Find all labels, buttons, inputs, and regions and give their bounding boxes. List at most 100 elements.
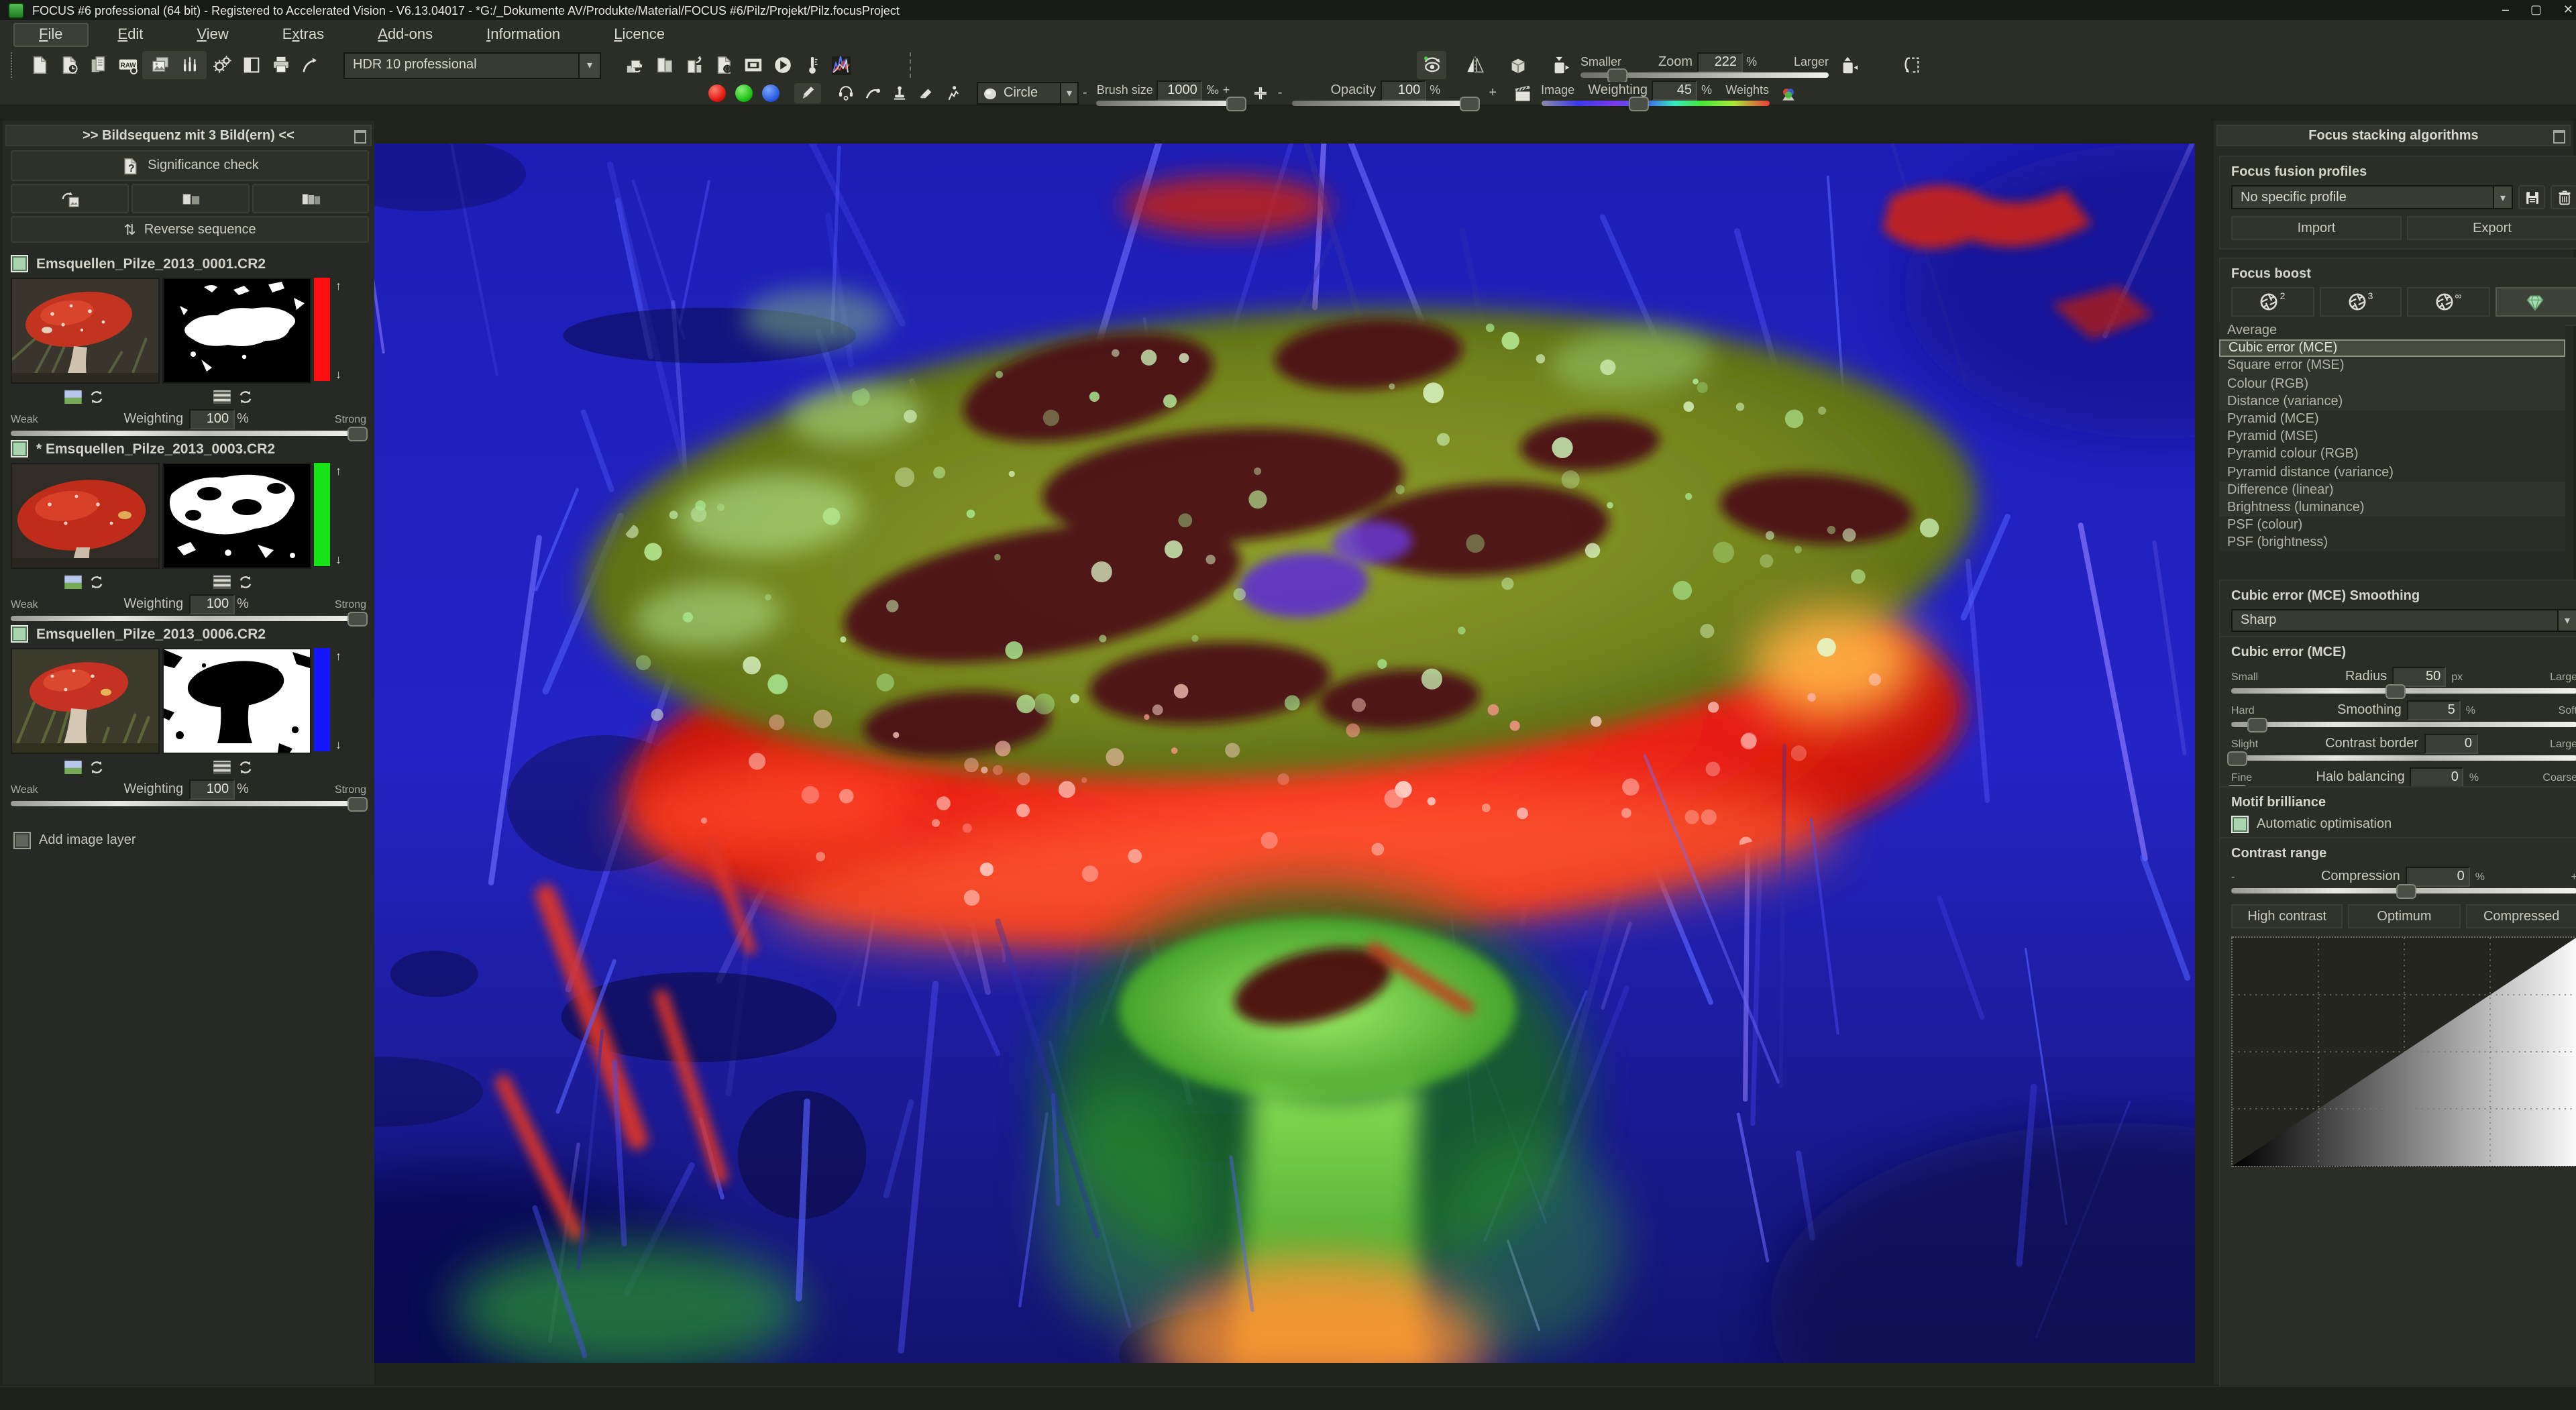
image-view-icon[interactable] (64, 576, 81, 589)
sequence-view-pair-button[interactable] (131, 184, 250, 213)
algorithm-item[interactable]: Colour (RGB) (2219, 375, 2565, 392)
undock-icon[interactable] (354, 130, 366, 144)
layer-mask-thumbnail[interactable] (162, 278, 311, 384)
smoothing-track[interactable] (2231, 722, 2576, 727)
algorithm-item[interactable]: Average (2219, 322, 2565, 339)
export-curve-icon[interactable] (295, 51, 325, 79)
document-transfer-icon[interactable] (679, 51, 708, 79)
recent-project-icon[interactable] (54, 51, 83, 79)
slider-value[interactable]: 50 (2392, 666, 2446, 686)
rotate-crop-icon[interactable] (1896, 51, 1925, 79)
brush-size-value[interactable]: 1000 (1157, 80, 1203, 100)
green-channel-button[interactable] (730, 83, 757, 103)
clapperboard-icon[interactable] (1509, 83, 1536, 103)
mask-view-icon[interactable] (213, 390, 230, 404)
compression-plus[interactable]: + (2571, 870, 2576, 882)
compression-thumb[interactable] (2396, 884, 2416, 899)
algorithm-item[interactable]: Pyramid (MSE) (2219, 428, 2565, 445)
layer-weight-thumb[interactable] (347, 427, 368, 441)
zoom-in-step-icon[interactable] (1834, 51, 1864, 79)
focus-weight-overlay-image[interactable] (374, 144, 2195, 1363)
menu-item[interactable]: Edit (94, 23, 168, 45)
menu-item[interactable]: Licence (590, 23, 689, 45)
opacity-track[interactable] (1291, 100, 1479, 105)
opacity-plus[interactable]: + (1485, 86, 1501, 101)
histogram-icon[interactable] (826, 51, 856, 79)
clone-tool-icon[interactable] (832, 83, 859, 103)
zoom-slider-thumb[interactable] (1607, 68, 1627, 83)
raw-import-icon[interactable] (113, 51, 142, 79)
swap-mask-icon[interactable] (237, 759, 253, 775)
image-view-icon[interactable] (64, 761, 81, 774)
red-channel-button[interactable] (703, 83, 730, 103)
layer-checkbox[interactable] (11, 255, 28, 272)
edit-brushes-icon[interactable] (174, 51, 204, 79)
swap-mask-icon[interactable] (237, 389, 253, 405)
algorithm-item[interactable]: Pyramid (MCE) (2219, 411, 2565, 428)
contrast-range-button[interactable]: Compressed (2465, 904, 2576, 928)
brush-tool-icon[interactable] (794, 83, 821, 103)
move-down-icon[interactable]: ↓ (335, 369, 341, 381)
menu-item[interactable]: View (172, 23, 252, 45)
layer-weight-value[interactable]: 100 (189, 594, 234, 614)
document-pair-icon[interactable] (649, 51, 679, 79)
algorithm-item[interactable]: Pyramid distance (variance) (2219, 464, 2565, 481)
mask-view-icon[interactable] (213, 761, 230, 774)
weighting-value[interactable]: 45 (1652, 80, 1697, 100)
project-copy-icon[interactable] (83, 51, 113, 79)
compression-value[interactable]: 0 (2406, 866, 2470, 886)
sequence-view-triple-button[interactable] (252, 184, 369, 213)
layer-weight-track[interactable] (11, 616, 366, 621)
layer-weight-value[interactable]: 100 (189, 409, 234, 429)
contrast-border-track[interactable] (2231, 755, 2576, 761)
play-icon[interactable] (767, 51, 797, 79)
radius-thumb[interactable] (2386, 684, 2406, 699)
layer-checkbox[interactable] (11, 440, 28, 457)
move-up-icon[interactable]: ↑ (335, 651, 341, 663)
panel-layout-icon[interactable] (236, 51, 266, 79)
weighting-track[interactable] (1541, 100, 1769, 105)
curve-tool-icon[interactable] (859, 83, 885, 103)
smudge-tool-icon[interactable] (939, 83, 966, 103)
menu-item[interactable]: Information (462, 23, 584, 45)
layer-weight-track[interactable] (11, 431, 366, 436)
document-settings-icon[interactable] (708, 51, 738, 79)
layer-photo-thumbnail[interactable] (11, 463, 160, 569)
brush-size-minus[interactable]: - (1079, 86, 1091, 101)
algorithm-item[interactable]: Brightness (luminance) (2219, 499, 2565, 517)
import-button[interactable]: Import (2231, 216, 2402, 240)
contrast-range-button[interactable]: Optimum (2349, 904, 2461, 928)
menu-item[interactable]: Extras (258, 23, 348, 45)
stamp-tool-icon[interactable] (885, 83, 912, 103)
workspace-icon[interactable] (738, 51, 767, 79)
slider-value[interactable]: 5 (2407, 700, 2461, 720)
opacity-thumb[interactable] (1460, 96, 1481, 111)
brush-size-thumb[interactable] (1226, 96, 1246, 111)
significance-check-button[interactable]: Significance check (11, 150, 369, 181)
export-button[interactable]: Export (2407, 216, 2576, 240)
sequence-panel-header[interactable]: >> Bildsequenz mit 3 Bild(ern) << (5, 125, 372, 146)
algorithm-item[interactable]: Pyramid colour (RGB) (2219, 446, 2565, 464)
undock-icon[interactable] (2553, 130, 2565, 144)
move-up-icon[interactable]: ↑ (335, 466, 341, 478)
mask-view-icon[interactable] (213, 576, 230, 589)
flip-view-icon[interactable] (1460, 51, 1489, 79)
contrast-border-thumb[interactable] (2226, 751, 2247, 766)
minimize-icon[interactable]: – (2502, 3, 2509, 17)
new-project-icon[interactable] (24, 51, 54, 79)
zoom-out-step-icon[interactable] (1546, 51, 1575, 79)
layer-photo-thumbnail[interactable] (11, 278, 160, 384)
delete-profile-button[interactable] (2551, 185, 2576, 209)
zoom-value[interactable]: 222 (1697, 52, 1742, 72)
zoom-slider-track[interactable] (1580, 72, 1829, 77)
add-stroke-icon[interactable] (1247, 83, 1274, 103)
slider-value[interactable]: 0 (2410, 767, 2464, 787)
layer-weight-thumb[interactable] (347, 612, 368, 627)
profile-dropdown[interactable]: No specific profile ▾ (2231, 185, 2513, 209)
swap-image-icon[interactable] (88, 389, 104, 405)
print-icon[interactable] (266, 51, 295, 79)
algorithm-item[interactable]: Cubic error (MCE) (2219, 339, 2565, 357)
compression-track[interactable] (2231, 888, 2576, 893)
blue-channel-button[interactable] (757, 83, 784, 103)
menu-item[interactable]: File (13, 22, 89, 46)
